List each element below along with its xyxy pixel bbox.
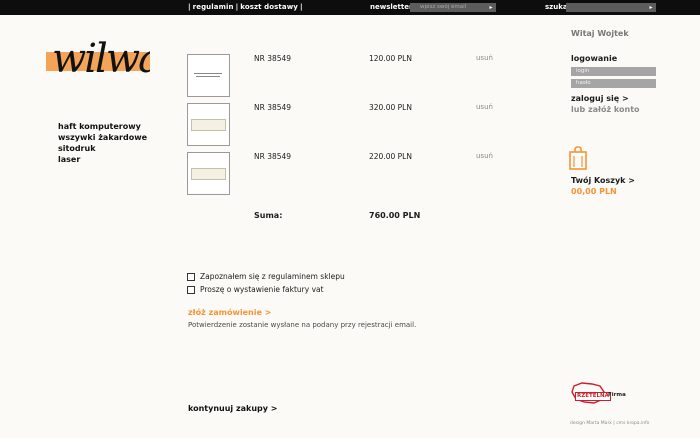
invoice-checkbox-row[interactable]: Proszę o wystawienie faktury vat (187, 285, 324, 294)
invoice-checkbox-label: Proszę o wystawienie faktury vat (200, 285, 324, 294)
nav-link-koszt-dostawy[interactable]: koszt dostawy (240, 3, 298, 11)
register-link[interactable]: lub załóż konto (571, 105, 640, 114)
newsletter-email-input[interactable]: wpisz swój email (410, 3, 486, 12)
place-order-link[interactable]: złóż zamówienie > (188, 308, 271, 317)
rzetelna-firma-badge[interactable]: RZETELNA Firma (570, 382, 630, 408)
sum-value: 760.00 PLN (369, 211, 421, 220)
remove-item-link[interactable]: usuń (476, 152, 493, 160)
basket-link[interactable]: Twój Koszyk > (571, 176, 635, 185)
newsletter-label: newsletter (370, 3, 413, 11)
terms-checkbox-label: Zapoznałem się z regulaminem sklepu (200, 272, 345, 281)
password-input[interactable]: hasło (571, 79, 656, 88)
sum-label: Suma: (254, 211, 283, 220)
top-nav: | regulamin | koszt dostawy | (188, 3, 303, 11)
remove-item-link[interactable]: usuń (476, 103, 493, 111)
terms-checkbox-row[interactable]: Zapoznałem się z regulaminem sklepu (187, 272, 345, 281)
rzetelna-label: RZETELNA (575, 392, 611, 401)
item-number: NR 38549 (254, 103, 292, 112)
remove-item-link[interactable]: usuń (476, 54, 493, 62)
menu-item-wszywki[interactable]: wszywki żakardowe (58, 132, 147, 143)
product-thumbnail[interactable] (187, 152, 230, 195)
nav-link-regulamin[interactable]: regulamin (193, 3, 234, 11)
footer-credits[interactable]: design Marta Marx | cms kropa.info (570, 421, 649, 426)
menu-item-haft[interactable]: haft komputerowy (58, 121, 147, 132)
firma-label: Firma (608, 392, 626, 398)
search-input[interactable] (566, 3, 646, 12)
menu-item-sitodruk[interactable]: sitodruk (58, 143, 147, 154)
logo[interactable]: wilwa (46, 30, 150, 80)
logo-wilwa-script: wilwa (52, 36, 150, 80)
product-thumbnail[interactable] (187, 103, 230, 146)
item-price: 220.00 PLN (369, 152, 412, 161)
login-input[interactable]: login (571, 67, 656, 76)
newsletter-submit-arrow-icon[interactable]: ▸ (486, 3, 496, 12)
item-number: NR 38549 (254, 152, 292, 161)
logo-text: wilwa (52, 36, 150, 80)
top-bar: | regulamin | koszt dostawy | newsletter wpi… (0, 0, 700, 15)
item-price: 320.00 PLN (369, 103, 412, 112)
category-menu: haft komputerowy wszywki żakardowe sitod… (58, 121, 147, 165)
continue-shopping-link[interactable]: kontynuuj zakupy > (188, 404, 277, 413)
search-submit-arrow-icon[interactable]: ▸ (646, 3, 656, 12)
menu-item-laser[interactable]: laser (58, 154, 147, 165)
login-link[interactable]: zaloguj się > (571, 94, 629, 103)
terms-checkbox[interactable] (187, 272, 195, 281)
order-confirmation-info: Potwierdzenie zostanie wysłane na podany… (188, 321, 417, 329)
item-number: NR 38549 (254, 54, 292, 63)
welcome-text: Witaj Wojtek (571, 29, 629, 38)
item-price: 120.00 PLN (369, 54, 412, 63)
product-thumbnail[interactable] (187, 54, 230, 97)
basket-total: 00,00 PLN (571, 187, 617, 196)
shopping-bag-icon[interactable] (569, 146, 587, 170)
invoice-checkbox[interactable] (187, 285, 195, 294)
login-heading: logowanie (571, 54, 618, 63)
